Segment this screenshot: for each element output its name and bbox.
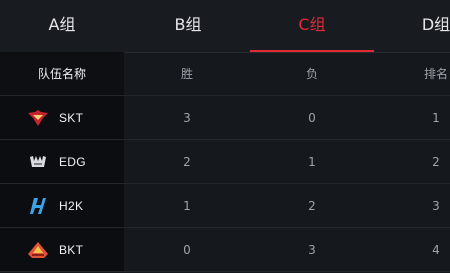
table-header-row: 队伍名称 胜 负 排名 (0, 52, 450, 96)
rank-cell: 2 (432, 155, 440, 169)
rank-cell: 4 (432, 243, 440, 257)
team-cell[interactable]: SKT (27, 96, 83, 140)
header-losses: 负 (305, 67, 318, 81)
table-row: H2K 1 2 3 (0, 184, 450, 228)
table-row: SKT 3 0 1 (0, 96, 450, 140)
wins-cell: 0 (183, 243, 191, 257)
tab-group-c[interactable]: C组 (250, 0, 374, 52)
tab-group-a[interactable]: A组 (0, 0, 124, 52)
team-cell[interactable]: EDG (27, 140, 86, 184)
tab-group-d[interactable]: D组 (374, 0, 450, 52)
group-tabs: A组 B组 C组 D组 (0, 0, 450, 53)
team-name: BKT (59, 243, 84, 257)
team-name: H2K (59, 199, 84, 213)
tab-group-b[interactable]: B组 (126, 0, 250, 52)
bkt-logo-icon (27, 241, 49, 259)
wins-cell: 3 (183, 111, 191, 125)
h2k-logo-icon (27, 197, 49, 215)
header-wins: 胜 (180, 67, 193, 81)
team-cell[interactable]: H2K (27, 184, 83, 228)
losses-cell: 2 (308, 199, 316, 213)
wins-cell: 2 (183, 155, 191, 169)
standings-table: 队伍名称 胜 负 排名 SKT 3 0 1 EDG 2 1 2 H2K 1 2 … (0, 52, 450, 273)
team-name: SKT (59, 111, 84, 125)
edg-logo-icon (27, 153, 49, 171)
header-rank: 排名 (423, 67, 448, 81)
rank-cell: 1 (432, 111, 440, 125)
skt-logo-icon (27, 109, 49, 127)
table-row: EDG 2 1 2 (0, 140, 450, 184)
rank-cell: 3 (432, 199, 440, 213)
losses-cell: 3 (308, 243, 316, 257)
header-team-name: 队伍名称 (37, 67, 86, 81)
losses-cell: 0 (308, 111, 316, 125)
losses-cell: 1 (308, 155, 316, 169)
wins-cell: 1 (183, 199, 191, 213)
team-cell[interactable]: BKT (27, 228, 83, 272)
table-row: BKT 0 3 4 (0, 228, 450, 272)
team-name: EDG (59, 155, 86, 169)
